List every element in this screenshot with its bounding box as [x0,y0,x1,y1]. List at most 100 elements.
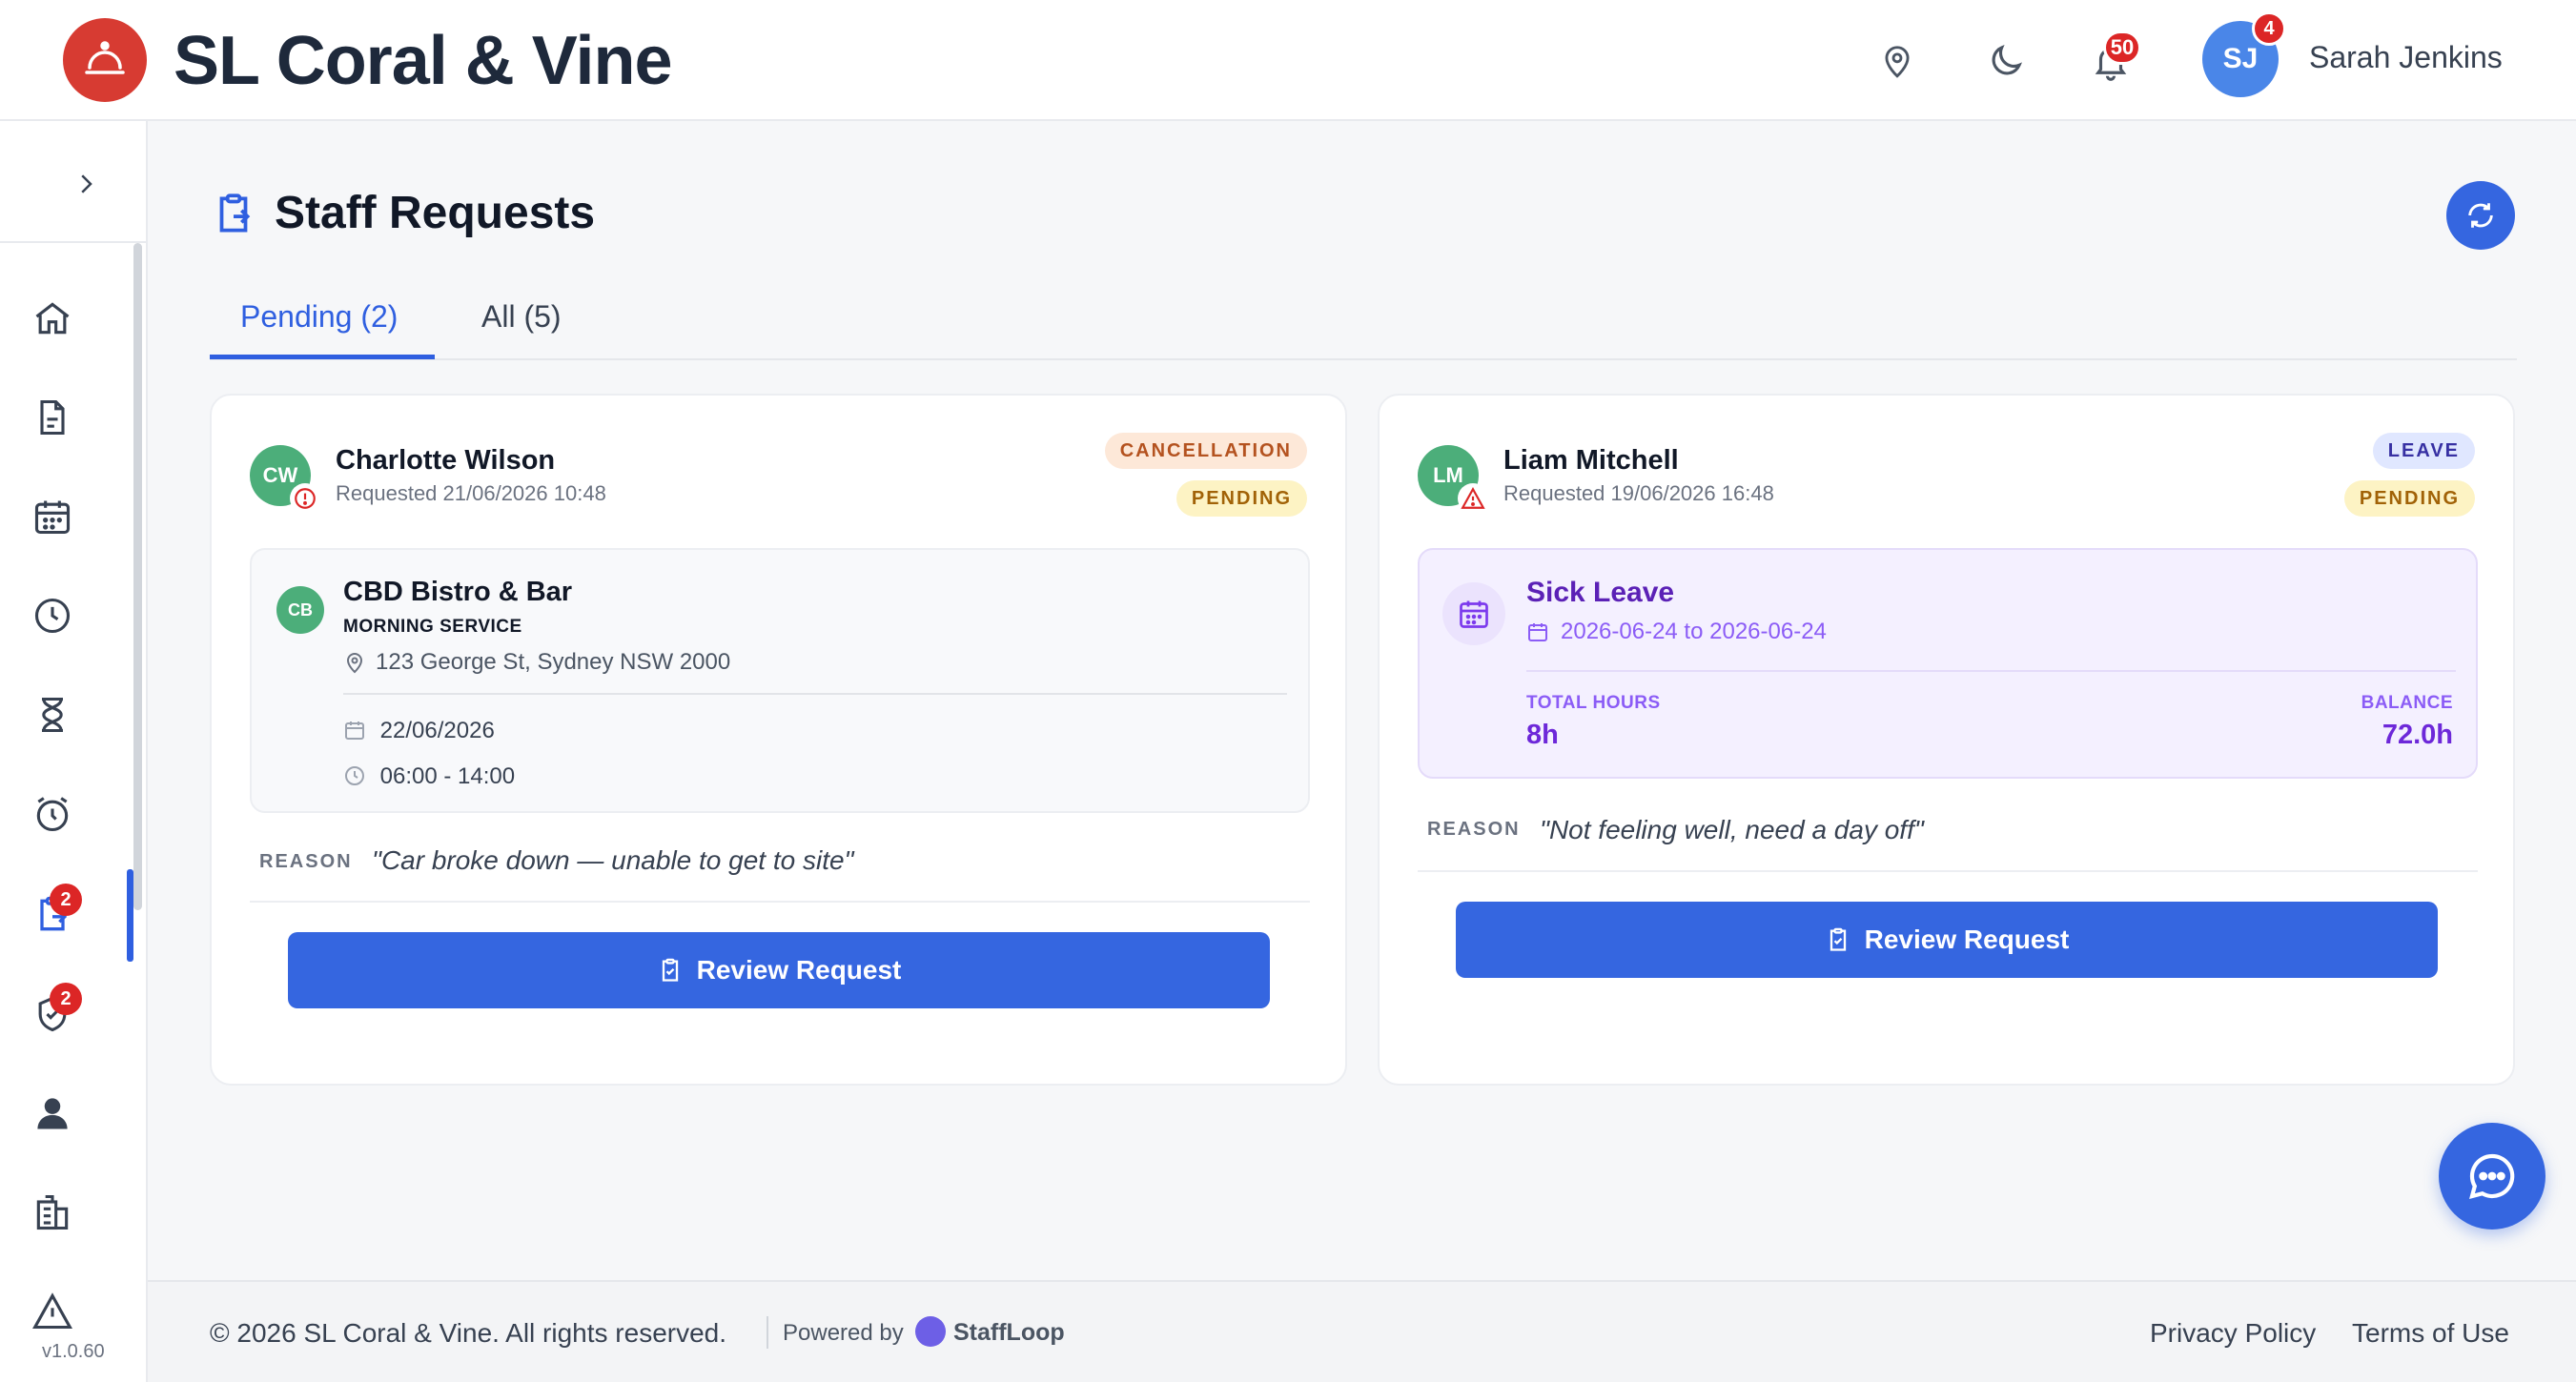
tab-active-indicator [210,355,435,359]
sidebar-item-home[interactable] [19,285,86,352]
tab-all[interactable]: All (5) [481,299,562,335]
calendar-icon [34,500,71,535]
sidebar-item-incidents[interactable] [19,1278,86,1345]
reason-label: REASON [1427,819,1521,840]
service-name: MORNING SERVICE [343,617,522,637]
tabs-divider [210,358,2517,360]
sidebar-divider [0,241,148,243]
tab-pending[interactable]: Pending (2) [240,299,398,335]
requester-initials: LM [1433,463,1463,487]
sidebar-item-staff[interactable] [19,1080,86,1147]
document-icon [40,399,65,436]
reason-label: REASON [259,851,353,872]
balance-label: BALANCE [2361,693,2453,713]
total-hours-value: 8h [1526,720,1559,750]
requester-initials: CW [262,463,298,487]
brand-name: SL Coral & Vine [174,23,673,99]
refresh-button[interactable] [2446,181,2515,250]
leave-divider [1526,670,2456,672]
leave-dates-calendar-icon [1526,620,1549,648]
venue-avatar: CB [276,586,324,634]
sidebar-compliance-badge: 2 [50,983,82,1015]
requested-at: Requested 19/06/2026 16:48 [1503,481,1774,505]
review-request-label: Review Request [1864,925,2070,954]
powered-by-label: Powered by [783,1320,904,1346]
review-request-button[interactable]: Review Request [288,932,1270,1008]
user-initials: SJ [2222,43,2259,74]
venue-address: 123 George St, Sydney NSW 2000 [376,649,731,675]
requested-at: Requested 21/06/2026 10:48 [336,481,606,505]
balance-value: 72.0h [2382,720,2453,750]
shift-date: 22/06/2026 [379,718,495,743]
location-pin-icon[interactable] [1871,34,1924,88]
request-type-badge: LEAVE [2372,433,2475,469]
leave-dates: 2026-06-24 to 2026-06-24 [1561,619,1827,644]
status-badge: PENDING [1176,480,1307,517]
sidebar-item-calendar[interactable] [19,483,86,550]
terms-of-use-link[interactable]: Terms of Use [2352,1318,2509,1349]
footer: © 2026 SL Coral & Vine. All rights reser… [148,1280,2576,1382]
review-request-label: Review Request [696,955,902,985]
map-pin-icon [343,651,366,679]
review-request-button[interactable]: Review Request [1456,902,2438,978]
shift-time: 06:00 - 14:00 [379,763,516,789]
brand-logo-icon[interactable] [63,18,147,102]
user-avatar-badge: 4 [2252,11,2286,46]
total-hours-label: TOTAL HOURS [1526,693,1661,713]
status-badge: PENDING [2343,480,2475,517]
notifications-count-badge: 50 [2103,30,2141,65]
home-icon [35,302,70,335]
sidebar-item-venues[interactable] [19,1179,86,1246]
footer-separator [767,1316,768,1349]
building-icon [36,1194,69,1230]
venue-initials: CB [288,600,313,620]
clipboard-check-icon [1830,927,1846,951]
calendar-small-icon [345,721,364,740]
shift-time-row: 06:00 - 14:00 [343,763,515,790]
hourglass-icon [42,697,63,733]
requester-name: Charlotte Wilson [336,445,556,476]
sidebar-item-timesheets[interactable] [19,582,86,649]
chat-bubble-icon [2469,1153,2515,1199]
reason-text: "Car broke down — unable to get to site" [372,845,854,875]
user-name[interactable]: Sarah Jenkins [2309,40,2503,75]
top-header: SL Coral & Vine 50 SJ 4 Sarah Jenkins [0,0,2576,121]
staff-requests-icon [210,191,257,243]
sidebar-item-pending-hours[interactable] [19,681,86,748]
requester-name: Liam Mitchell [1503,445,1679,476]
alarm-icon [36,797,69,832]
page-title: Staff Requests [275,188,596,238]
app-version: v1.0.60 [42,1341,105,1362]
shift-details: CB CBD Bistro & Bar MORNING SERVICE 123 … [250,548,1310,813]
leave-details: Sick Leave 2026-06-24 to 2026-06-24 TOTA… [1418,548,2478,779]
venue-name: CBD Bistro & Bar [343,577,573,607]
chat-button[interactable] [2439,1123,2545,1230]
warning-icon [32,1292,72,1330]
sidebar-expand-chevron-icon[interactable] [57,155,114,213]
alert-circle-icon [290,483,320,514]
staffloop-brand[interactable]: StaffLoop [953,1319,1065,1347]
leave-calendar-icon [1442,582,1505,645]
shift-date-row: 22/06/2026 [343,718,495,744]
leave-type: Sick Leave [1526,577,1675,608]
clock-small-icon [345,766,364,785]
sidebar-item-documents[interactable] [19,384,86,451]
sidebar: 2 2 v1.0.60 [0,121,148,1382]
copyright: © 2026 SL Coral & Vine. All rights reser… [210,1318,727,1348]
sidebar-scrollbar[interactable] [133,243,142,910]
dark-mode-moon-icon[interactable] [1979,34,2033,88]
reason-text: "Not feeling well, need a day off" [1540,815,1924,844]
refresh-icon [2468,203,2493,228]
card-divider [1418,870,2478,872]
request-card-cancellation: CW Charlotte Wilson Requested 21/06/2026… [210,394,1347,1086]
request-type-badge: CANCELLATION [1104,433,1307,469]
shift-divider [343,693,1287,695]
card-divider [250,901,1310,903]
sidebar-requests-badge: 2 [50,884,82,916]
privacy-policy-link[interactable]: Privacy Policy [2150,1318,2316,1349]
warning-triangle-icon [1458,483,1488,514]
request-card-leave: LM Liam Mitchell Requested 19/06/2026 16… [1378,394,2515,1086]
sidebar-item-alarms[interactable] [19,781,86,847]
staffloop-logo-icon [915,1316,946,1347]
clipboard-check-icon [662,958,678,982]
